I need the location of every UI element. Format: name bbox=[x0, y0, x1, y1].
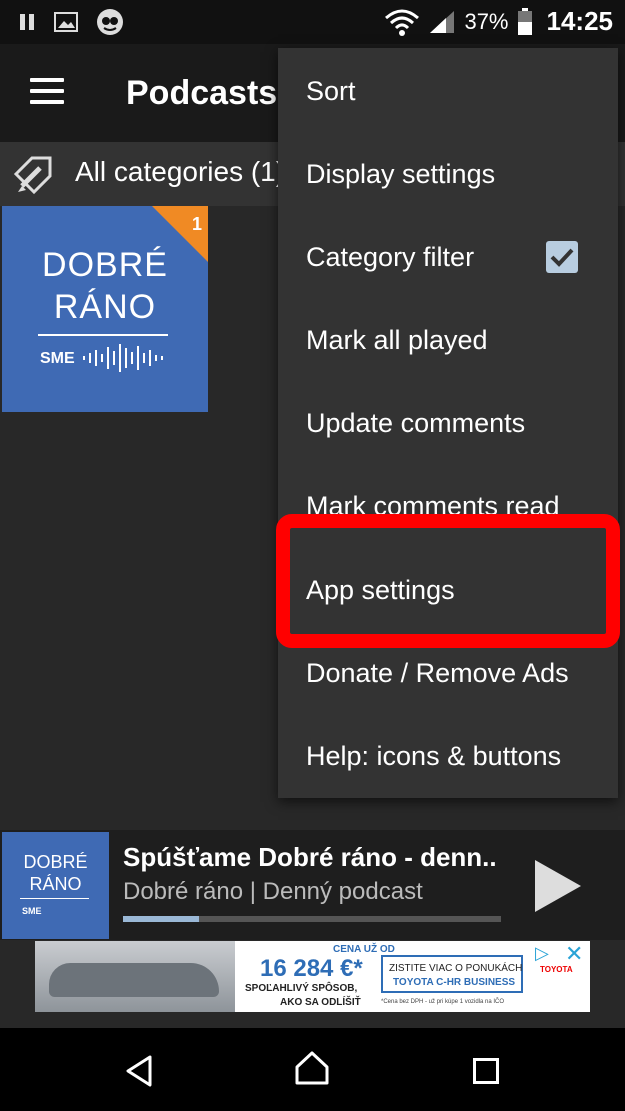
ad-price-caption: CENA UŽ OD bbox=[333, 944, 395, 955]
ad-price: 16 284 €* bbox=[260, 955, 363, 982]
ad-fine-print: *Cena bez DPH - už pri kúpe 1 vozidla na… bbox=[381, 999, 505, 1005]
ad-slogan-line1: SPOĽAHLIVÝ SPÔSOB, bbox=[245, 983, 358, 994]
ad-cta-line2: TOYOTA C-HR BUSINESS bbox=[393, 977, 516, 988]
menu-item-mark-all-played[interactable]: Mark all played bbox=[306, 325, 488, 356]
pause-icon bbox=[20, 14, 34, 30]
episode-subtitle: Dobré ráno | Denný podcast bbox=[123, 878, 423, 905]
cover-text-line1: DOBRÉ bbox=[42, 246, 168, 284]
play-button[interactable] bbox=[535, 860, 581, 912]
playback-progress-fill bbox=[123, 916, 199, 922]
hamburger-menu-icon[interactable] bbox=[30, 78, 64, 106]
close-icon[interactable]: ✕ bbox=[565, 941, 589, 966]
menu-item-help[interactable]: Help: icons & buttons bbox=[306, 741, 561, 772]
home-icon[interactable] bbox=[294, 1050, 330, 1086]
ad-cta-box[interactable]: ZISTITE VIAC O PONUKÁCH TOYOTA C-HR BUSI… bbox=[381, 955, 523, 993]
ad-car-image bbox=[35, 941, 235, 1012]
wifi-icon bbox=[385, 9, 420, 36]
cover-rule bbox=[38, 334, 168, 336]
page-title: Podcasts bbox=[126, 74, 278, 112]
system-nav-bar bbox=[0, 1028, 625, 1111]
back-icon[interactable] bbox=[124, 1054, 154, 1088]
menu-item-update-comments[interactable]: Update comments bbox=[306, 408, 525, 439]
podcast-app-icon bbox=[97, 9, 123, 35]
app-settings-highlight bbox=[276, 514, 620, 648]
cover-text-line2: RÁNO bbox=[53, 288, 157, 326]
ad-slogan-line2: AKO SA ODLÍŠIŤ bbox=[280, 997, 361, 1008]
podcast-tile[interactable]: 1 DOBRÉ RÁNO SME bbox=[2, 206, 208, 412]
playback-progress[interactable] bbox=[123, 916, 501, 922]
adchoices-icon[interactable]: ▷ bbox=[535, 943, 561, 965]
status-bar: 37% 14:25 bbox=[0, 0, 625, 44]
ad-cta-line1: ZISTITE VIAC O PONUKÁCH bbox=[389, 963, 523, 974]
checkmark-icon bbox=[550, 248, 574, 267]
recent-apps-icon[interactable] bbox=[473, 1058, 499, 1084]
new-episodes-count: 1 bbox=[191, 214, 202, 234]
clock: 14:25 bbox=[546, 6, 614, 36]
menu-item-sort[interactable]: Sort bbox=[306, 76, 356, 107]
category-filter-label: All categories (1) bbox=[75, 156, 286, 187]
battery-icon bbox=[517, 7, 532, 35]
ad-banner[interactable]: CENA UŽ OD 16 284 €* SPOĽAHLIVÝ SPÔSOB, … bbox=[35, 941, 590, 1012]
player-cover-art: DOBRÉ RÁNO SME bbox=[2, 832, 109, 939]
soundwave-icon bbox=[83, 344, 163, 372]
menu-item-display-settings[interactable]: Display settings bbox=[306, 159, 495, 190]
signal-icon bbox=[430, 10, 455, 33]
player-cover-brand: SME bbox=[22, 906, 42, 916]
menu-item-category-filter[interactable]: Category filter bbox=[306, 242, 474, 273]
image-icon bbox=[54, 12, 78, 32]
battery-percent: 37% bbox=[464, 8, 509, 34]
now-playing-bar[interactable]: DOBRÉ RÁNO SME Spúšťame Dobré ráno - den… bbox=[0, 830, 625, 940]
category-filter-checkbox[interactable] bbox=[546, 241, 578, 273]
menu-item-donate[interactable]: Donate / Remove Ads bbox=[306, 658, 569, 689]
episode-title: Spúšťame Dobré ráno - denn.. bbox=[123, 842, 497, 872]
overflow-menu: Sort Display settings Category filter Ma… bbox=[278, 48, 618, 798]
cover-brand: SME bbox=[40, 350, 75, 367]
player-cover-line1: DOBRÉ bbox=[23, 852, 88, 872]
tag-edit-icon bbox=[13, 156, 52, 195]
ad-brand: TOYOTA bbox=[540, 965, 573, 974]
player-cover-line2: RÁNO bbox=[29, 874, 82, 894]
